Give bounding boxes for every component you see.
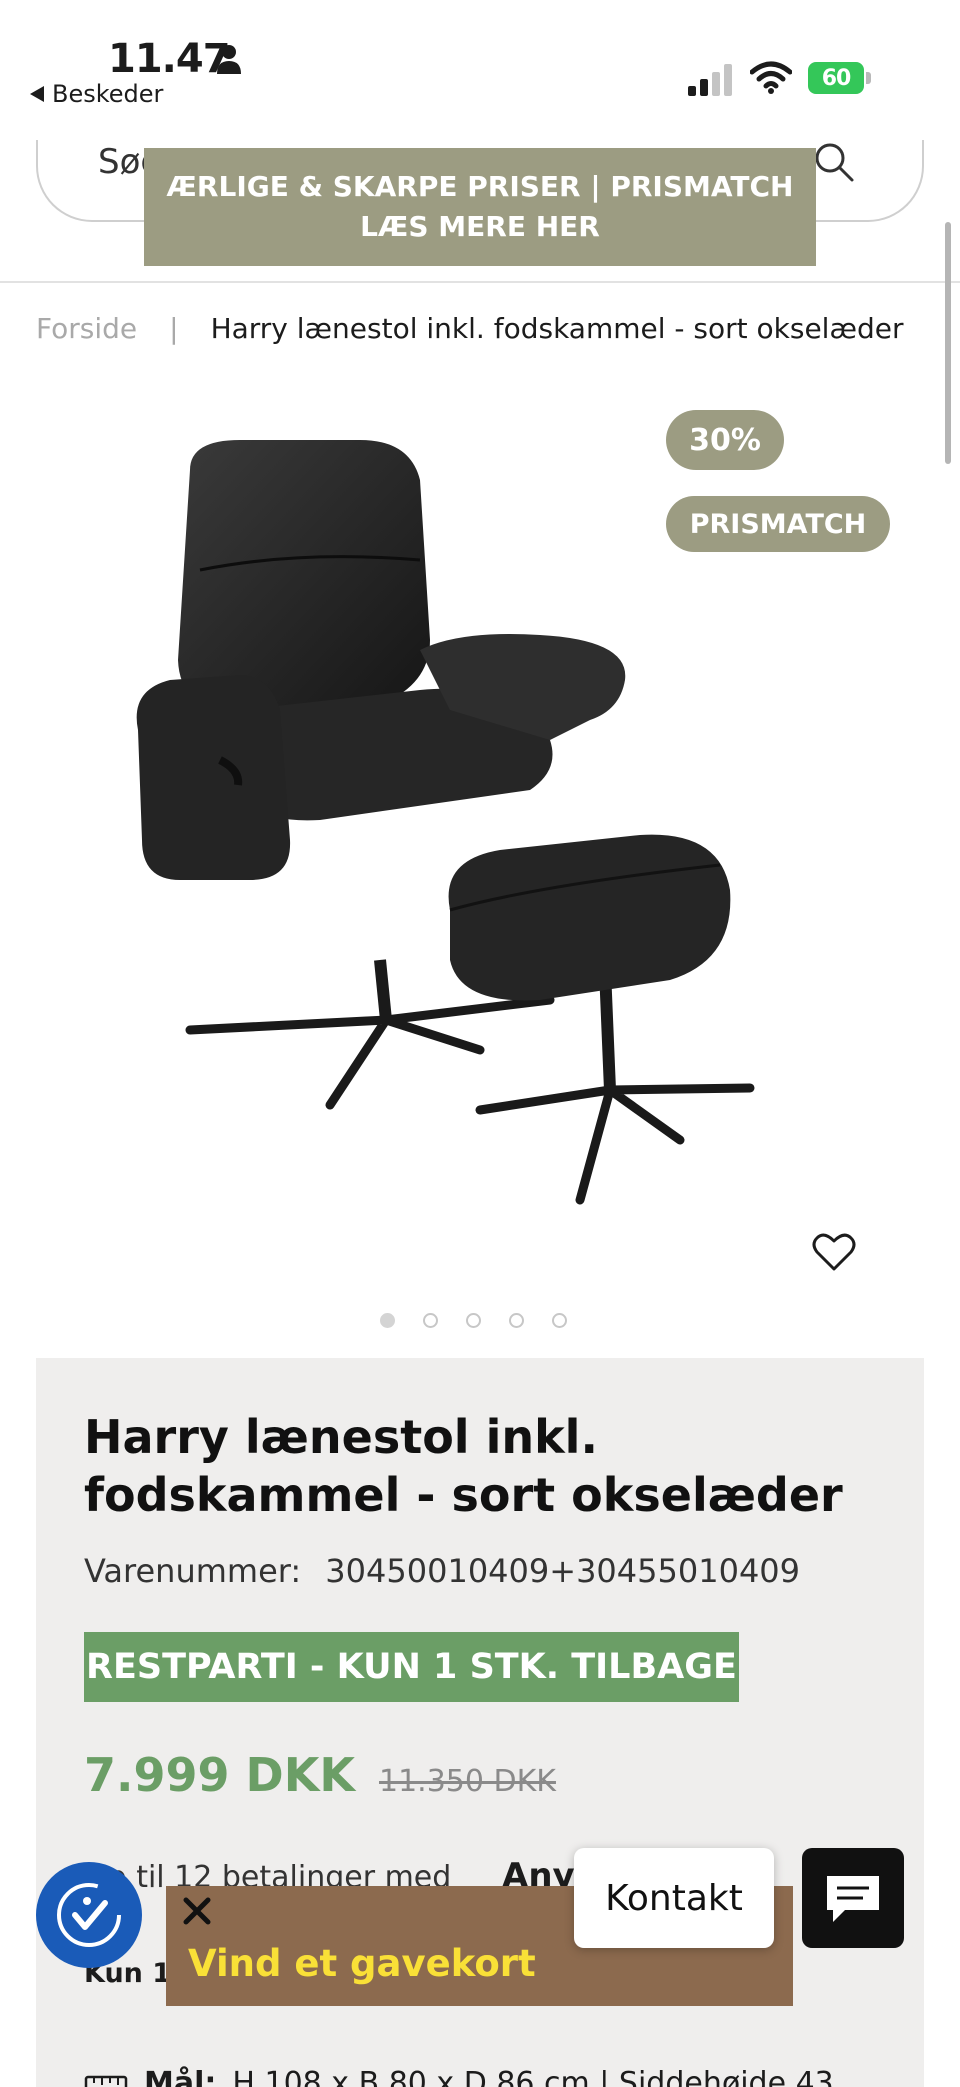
breadcrumb-home-link[interactable]: Forside [36, 312, 137, 345]
chat-bubble-icon [827, 1876, 879, 1922]
cellular-signal-icon [688, 64, 732, 96]
gallery-dot[interactable] [380, 1313, 395, 1328]
sku-label: Varenummer: [84, 1552, 302, 1590]
gallery-dot[interactable] [423, 1313, 438, 1328]
measure-label: Mål: [144, 2066, 217, 2087]
ruler-icon [84, 2075, 128, 2087]
measure-value: H 108 x B 80 x D 86 cm | Siddehøjde 43 [232, 2066, 834, 2087]
breadcrumb: Forside | Harry lænestol inkl. fodskamme… [36, 312, 903, 345]
battery-cap [866, 72, 871, 84]
person-icon [217, 45, 241, 74]
discount-badge: 30% [666, 410, 784, 470]
heart-icon[interactable] [812, 1232, 856, 1272]
breadcrumb-current: Harry lænestol inkl. fodskammel - sort o… [210, 312, 904, 345]
product-title: Harry lænestol inkl. fodskammel - sort o… [84, 1410, 843, 1522]
back-to-messages-link[interactable]: Beskeder [30, 80, 163, 108]
wifi-icon [750, 61, 792, 94]
promo-line-2: LÆS MERE HER [360, 210, 600, 243]
chat-button[interactable] [802, 1848, 904, 1948]
sku-row: Varenummer: 30450010409+30455010409 [84, 1552, 800, 1590]
gallery-dot[interactable] [509, 1313, 524, 1328]
page-scrollbar[interactable] [945, 222, 951, 464]
gallery-dot[interactable] [466, 1313, 481, 1328]
gallery-pagination [380, 1313, 567, 1328]
accessibility-button[interactable] [36, 1862, 142, 1968]
search-icon[interactable] [812, 140, 856, 184]
contact-button[interactable]: Kontakt [574, 1848, 774, 1948]
gallery-dot[interactable] [552, 1313, 567, 1328]
header-divider [0, 281, 960, 283]
battery-level: 60 [808, 62, 864, 94]
promo-line-1: ÆRLIGE & SKARPE PRISER | PRISMATCH [166, 170, 794, 203]
breadcrumb-separator: | [169, 312, 179, 345]
promo-banner[interactable]: ÆRLIGE & SKARPE PRISER | PRISMATCH LÆS M… [144, 148, 816, 266]
price-row: 7.999 DKK 11.350 DKK [84, 1748, 556, 1802]
old-price: 11.350 DKK [379, 1764, 556, 1799]
close-icon[interactable] [178, 1892, 216, 1930]
sku-value: 30450010409+30455010409 [325, 1552, 801, 1590]
back-link-label: Beskeder [52, 80, 164, 108]
battery-indicator: 60 [808, 62, 872, 94]
prismatch-badge: PRISMATCH [666, 496, 890, 552]
status-bar: 11.47 Beskeder 60 [0, 0, 960, 140]
stock-badge: RESTPARTI - KUN 1 STK. TILBAGE [84, 1632, 739, 1702]
gift-card-text: Vind et gavekort [188, 1942, 536, 1985]
back-arrow-icon [30, 86, 44, 102]
measurements-row: Mål: H 108 x B 80 x D 86 cm | Siddehøjde… [84, 2066, 834, 2087]
accessibility-icon [57, 1883, 121, 1947]
current-price: 7.999 DKK [84, 1748, 355, 1802]
status-time: 11.47 [108, 36, 231, 82]
product-image[interactable] [120, 440, 840, 1240]
